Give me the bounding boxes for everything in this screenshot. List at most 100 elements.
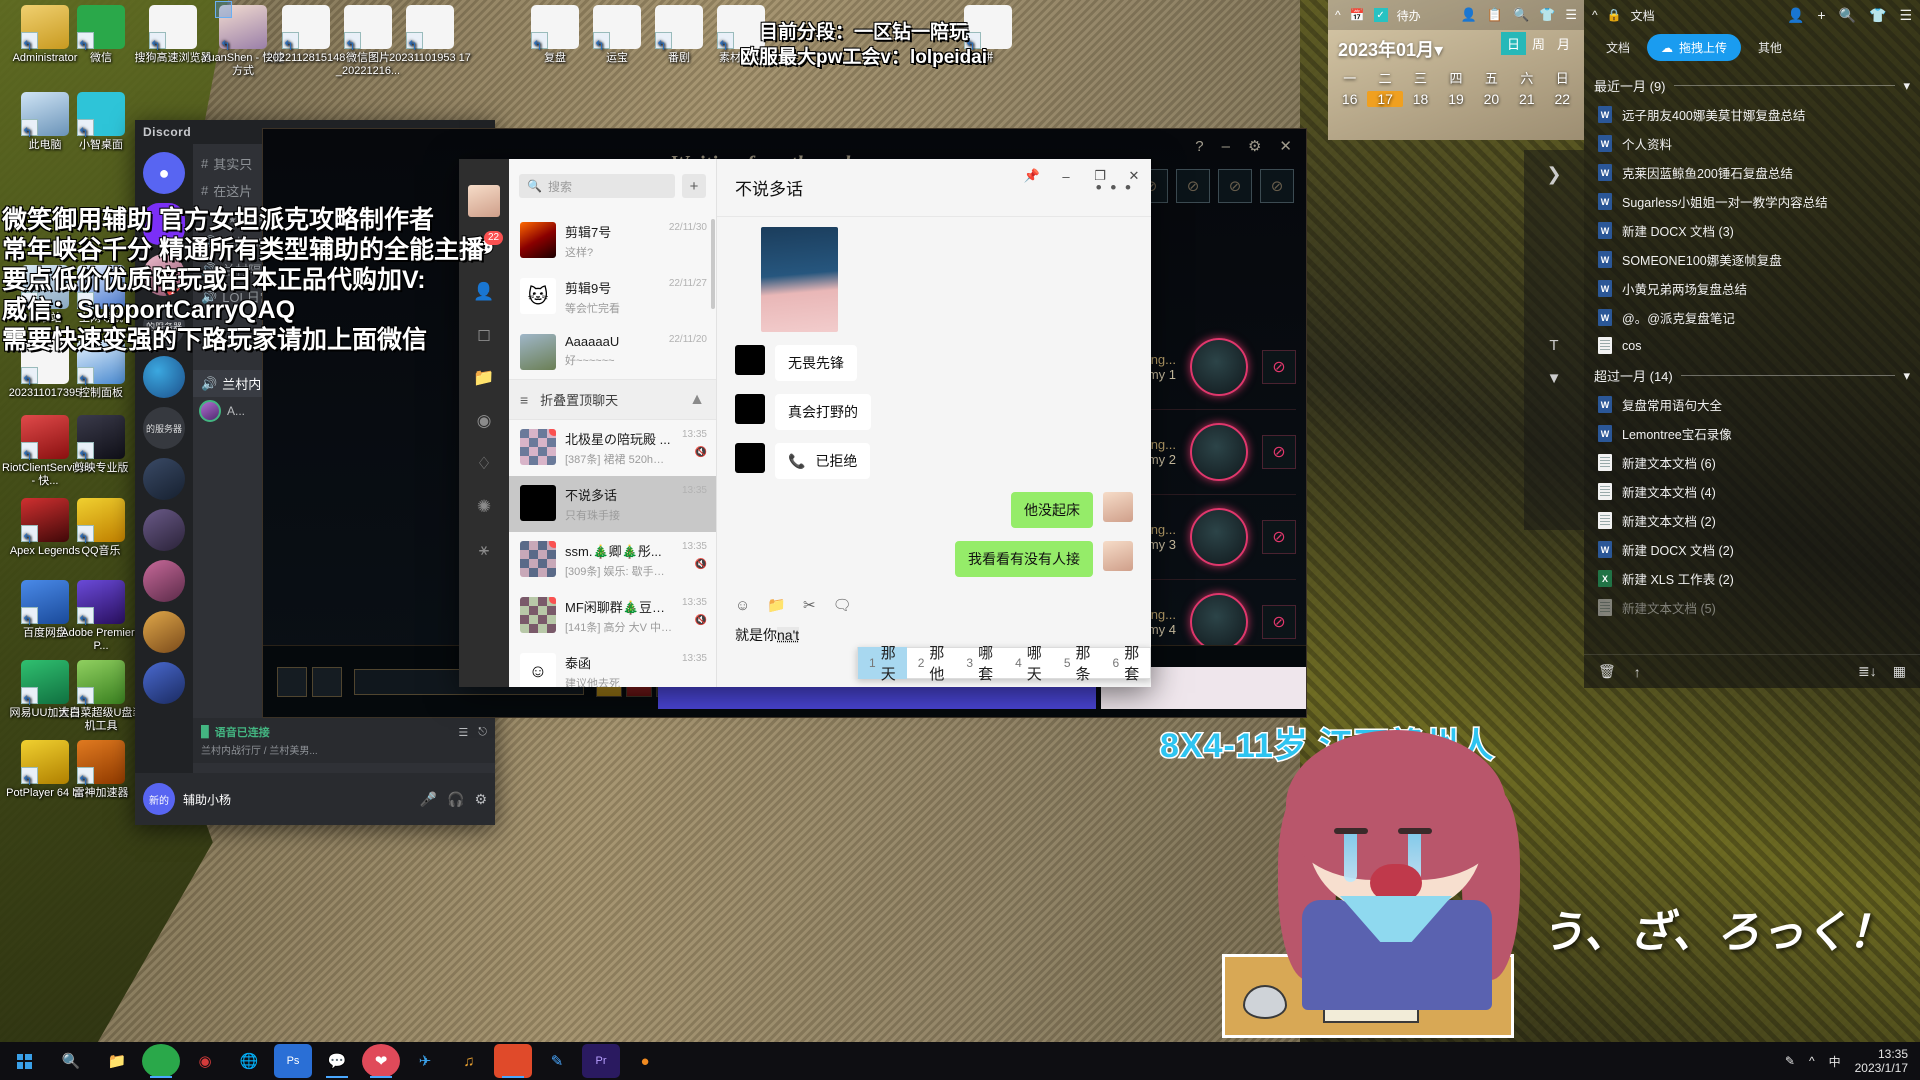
- wechat-conversation-panel[interactable]: 🔍 搜索 + 剪辑7号 这样? 22/11/30 🐱 剪辑9号 等会忙完看 22…: [509, 159, 717, 687]
- ime-candidate[interactable]: 6 那套: [1102, 645, 1151, 683]
- calendar-day[interactable]: 18: [1403, 91, 1438, 107]
- file-group-header[interactable]: 最近一月 (9) ▾: [1584, 69, 1920, 100]
- calendar-icon[interactable]: 📅: [1350, 8, 1365, 22]
- ban-slot[interactable]: ⊘: [1260, 169, 1294, 203]
- desktop-icon-qqmusic[interactable]: QQ音乐: [58, 498, 144, 558]
- menu-icon[interactable]: ☰: [1899, 7, 1912, 24]
- emoji-icon[interactable]: ☺: [735, 597, 750, 614]
- pen-icon[interactable]: ✎: [1785, 1054, 1795, 1068]
- ime-candidate[interactable]: 1 那天: [858, 645, 907, 683]
- more-icon[interactable]: ⚹: [473, 539, 495, 561]
- desktop-icon-doc[interactable]: 20231101953 17: [387, 5, 473, 65]
- conversation-item[interactable]: ☺ 泰函 建议他去死 13:35: [509, 644, 716, 687]
- microphone-icon[interactable]: 🎤: [420, 791, 437, 808]
- search-icon[interactable]: 🔍: [1839, 7, 1856, 24]
- calendar-day[interactable]: 22: [1545, 91, 1580, 107]
- mini-programs-icon[interactable]: ✺: [473, 496, 495, 518]
- wechat-conversation-list[interactable]: 剪辑7号 这样? 22/11/30 🐱 剪辑9号 等会忙完看 22/11/27 …: [509, 213, 716, 687]
- tab-other[interactable]: 其他: [1744, 34, 1796, 61]
- file-list-recent[interactable]: 远子朋友400娜美莫甘娜复盘总结 个人资料 克莱因蓝鲸鱼200锤石复盘总结 Su…: [1584, 100, 1920, 359]
- calendar-day[interactable]: 20: [1474, 91, 1509, 107]
- taskbar-note-icon[interactable]: ✎: [538, 1044, 576, 1078]
- conversation-item[interactable]: 🐱 剪辑9号 等会忙完看 22/11/27: [509, 269, 716, 325]
- desktop-icon-jianying[interactable]: 剪映专业版: [58, 415, 144, 475]
- file-row[interactable]: SOMEONE100娜美逐帧复盘: [1584, 245, 1920, 274]
- guild-avatar-4[interactable]: [143, 458, 185, 500]
- shirt-icon[interactable]: 👕: [1869, 7, 1886, 24]
- taskbar-clock[interactable]: 13:35 2023/1/17: [1855, 1047, 1908, 1075]
- person-icon[interactable]: 👤: [1787, 7, 1804, 24]
- taskbar-wechat-icon[interactable]: 💬: [318, 1044, 356, 1078]
- desktop-icon-dabaicai[interactable]: 大白菜超级U盘装机工具: [58, 660, 144, 733]
- discord-user-bar[interactable]: 新的 辅助小杨 🎤 🎧 ⚙: [135, 773, 495, 825]
- search-input[interactable]: 🔍 搜索: [519, 174, 675, 198]
- text-tool-icon[interactable]: T: [1549, 337, 1558, 354]
- discord-home-button[interactable]: ●: [143, 152, 185, 194]
- list-icon[interactable]: 📋: [1487, 7, 1503, 23]
- wechat-window[interactable]: 💬 22 👤 ◻ 📁 ◉ ♢ ✺ ⚹ 🔍 搜索 + 剪辑7号 这样? 22/11…: [459, 159, 1151, 687]
- desktop-icon-browser[interactable]: 上网导航: [58, 265, 144, 325]
- ime-indicator[interactable]: 中: [1829, 1053, 1841, 1070]
- taskbar-tray[interactable]: ✎ ^ 中 13:35 2023/1/17: [1785, 1047, 1920, 1075]
- tab-day[interactable]: 日: [1500, 32, 1526, 55]
- taskbar-photoshop-icon[interactable]: Ps: [274, 1044, 312, 1078]
- file-row[interactable]: @。@派克复盘笔记: [1584, 303, 1920, 332]
- files-icon[interactable]: 📁: [473, 367, 495, 389]
- chat-icon[interactable]: 💬 22: [473, 231, 504, 260]
- check-icon[interactable]: ✓: [1373, 8, 1388, 22]
- calendar-day-row[interactable]: 16 17 18 19 20 21 22: [1328, 87, 1584, 111]
- file-row[interactable]: 克莱因蓝鲸鱼200锤石复盘总结: [1584, 158, 1920, 187]
- tab-month[interactable]: 月: [1551, 32, 1576, 55]
- folded-pinned-chats-row[interactable]: ≡ 折叠置顶聊天 ▲: [509, 379, 716, 420]
- guild-avatar-8[interactable]: [143, 662, 185, 704]
- guild-avatar-earth[interactable]: [143, 356, 185, 398]
- conversation-item-active[interactable]: 不说多话 只有珠手接 13:35: [509, 476, 716, 532]
- document-panel-toolbar[interactable]: ^ 🔒 文档 👤 + 🔍 👕 ☰: [1584, 0, 1920, 30]
- summoner-spell-slot[interactable]: [312, 666, 342, 697]
- contacts-icon[interactable]: 👤: [473, 281, 495, 303]
- taskbar-folder-icon[interactable]: 📁: [98, 1044, 136, 1078]
- chevron-down-icon[interactable]: ▾: [1903, 78, 1910, 94]
- taskbar-premiere-icon[interactable]: Pr: [582, 1044, 620, 1078]
- plus-icon[interactable]: +: [1817, 7, 1825, 24]
- conversation-item[interactable]: MF闲聊群🎄豆浆少... [141条] 高分 大V 中下辅... 13:35 🔇: [509, 588, 716, 644]
- avatar[interactable]: 新的: [143, 783, 175, 815]
- guild-avatar-6[interactable]: [143, 560, 185, 602]
- ime-candidate[interactable]: 2 那他: [907, 645, 956, 683]
- disconnect-icon[interactable]: ⎋: [478, 726, 487, 739]
- calendar-view-tabs[interactable]: 日 周 月: [1500, 32, 1576, 55]
- minimize-icon[interactable]: –: [1049, 159, 1083, 193]
- ime-candidate-bar[interactable]: 1 那天 2 那他 3 哪套 4 哪天 5 那条 6 那套: [857, 645, 1151, 683]
- ban-slot[interactable]: ⊘: [1176, 169, 1210, 203]
- file-icon[interactable]: 📁: [767, 596, 786, 614]
- calendar-day[interactable]: 16: [1332, 91, 1367, 107]
- pin-icon[interactable]: 📌: [1015, 159, 1049, 193]
- taskbar-telegram-icon[interactable]: ✈: [406, 1044, 444, 1078]
- add-chat-button[interactable]: +: [682, 174, 706, 198]
- search-button[interactable]: 🔍: [48, 1052, 94, 1070]
- wechat-window-controls[interactable]: 📌 – ❐ ✕: [1015, 159, 1151, 193]
- taskbar-app-row[interactable]: 📁 ◉ 🌐 Ps 💬 ❤ ✈ ♫ ✎ Pr ●: [94, 1044, 664, 1078]
- filter-icon[interactable]: ▼: [1547, 370, 1562, 387]
- gear-icon[interactable]: ⚙: [1248, 137, 1261, 155]
- file-row[interactable]: 复盘常用语句大全: [1584, 390, 1920, 419]
- moments-icon[interactable]: ◉: [473, 410, 495, 432]
- wechat-chat-panel[interactable]: 📌 – ❐ ✕ 不说多话 • • • 无畏先锋 真会打野的 📞 已拒绝 他没起床…: [717, 159, 1151, 687]
- desktop-icon-panel[interactable]: 控制面板: [58, 340, 144, 400]
- lol-window-controls[interactable]: ? – ⚙ ✕: [1181, 129, 1306, 163]
- image-message[interactable]: [761, 227, 838, 332]
- conversation-item[interactable]: ssm.🎄卿🎄彤... [309条] 娱乐: 歇手学徒... 13:35 🔇: [509, 532, 716, 588]
- chevron-up-icon[interactable]: ^: [1592, 8, 1598, 22]
- chat-history-icon[interactable]: 🗨: [833, 596, 852, 614]
- chevron-up-icon[interactable]: ▲: [689, 391, 705, 409]
- side-tool-rail[interactable]: ❯ T ▼: [1524, 150, 1584, 530]
- trash-icon[interactable]: 🗑: [1598, 663, 1616, 680]
- guild-avatar-1[interactable]: 22: [143, 254, 185, 296]
- tab-drag-upload[interactable]: ☁ 拖拽上传: [1647, 34, 1742, 61]
- minimize-icon[interactable]: –: [1222, 138, 1230, 155]
- taskbar-music-icon[interactable]: ♫: [450, 1044, 488, 1078]
- guild-avatar-3[interactable]: 的服务器: [143, 407, 185, 449]
- screenshot-icon[interactable]: ✂: [803, 596, 816, 614]
- document-panel-footer[interactable]: 🗑 ↑ ≣↓ ▦: [1584, 654, 1920, 688]
- file-row[interactable]: 新建文本文档 (4): [1584, 477, 1920, 506]
